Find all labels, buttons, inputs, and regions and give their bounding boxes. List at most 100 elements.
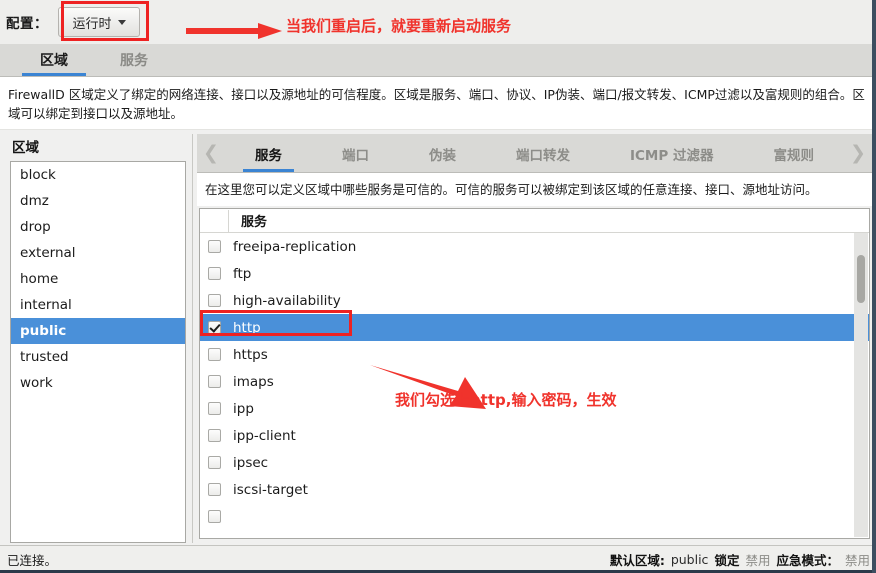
zone-column: 区域 block dmz drop external home internal… — [4, 134, 186, 543]
zone-list-title: 区域 — [12, 140, 39, 156]
inner-tab-list: 服务 端口 伪装 端口转发 ICMP 过滤器 富规则 — [225, 134, 844, 172]
connection-status: 已连接。 — [7, 553, 58, 568]
default-zone-value: public — [670, 552, 709, 567]
annotation-text-restart: 当我们重启后，就要重新启动服务 — [286, 17, 512, 35]
inner-tab-bar: ❮ 服务 端口 伪装 端口转发 ICMP 过滤器 富规则 ❯ — [197, 134, 872, 173]
lockdown-label: 锁定 — [714, 553, 740, 568]
config-bar: 配置： 运行时 当我们重启后，就要重新启动服务 — [0, 0, 876, 44]
service-row-https[interactable]: https — [200, 341, 869, 368]
configuration-dropdown[interactable]: 运行时 — [58, 7, 140, 37]
service-row-high-availability[interactable]: high-availability — [200, 287, 869, 314]
outer-tab-bar: 区域 服务 — [0, 44, 876, 77]
service-name: https — [233, 346, 268, 363]
service-checkbox[interactable] — [208, 321, 221, 334]
tab-zones-label: 区域 — [40, 53, 68, 69]
service-checkbox[interactable] — [208, 402, 221, 415]
service-row-iscsi-target[interactable]: iscsi-target — [200, 476, 869, 503]
inner-tab-port-forwarding[interactable]: 端口转发 — [508, 144, 578, 172]
window-right-edge — [872, 0, 876, 573]
zone-item-block[interactable]: block — [11, 162, 185, 188]
service-name: ipsec — [233, 454, 269, 471]
zone-item-label: work — [20, 375, 53, 391]
tab-zones[interactable]: 区域 — [14, 50, 94, 76]
zone-list[interactable]: block dmz drop external home internal pu… — [10, 161, 186, 543]
chevron-right-icon[interactable]: ❯ — [844, 134, 872, 172]
zone-item-trusted[interactable]: trusted — [11, 344, 185, 370]
inner-tab-rich-rules[interactable]: 富规则 — [765, 144, 822, 172]
service-checkbox[interactable] — [208, 456, 221, 469]
zone-item-label: block — [20, 167, 56, 183]
inner-tab-label: 服务 — [255, 148, 282, 164]
service-checkbox[interactable] — [208, 348, 221, 361]
service-checkbox[interactable] — [208, 267, 221, 280]
service-name: imaps — [233, 373, 274, 390]
service-name: high-availability — [233, 292, 341, 309]
zone-item-public[interactable]: public — [11, 318, 185, 344]
zone-item-drop[interactable]: drop — [11, 214, 185, 240]
service-row-partial[interactable] — [200, 503, 869, 530]
service-checkbox[interactable] — [208, 483, 221, 496]
zone-item-external[interactable]: external — [11, 240, 185, 266]
service-list-scrollbar-thumb[interactable] — [857, 255, 865, 303]
zone-description: FirewallD 区域定义了绑定的网络连接、接口以及源地址的可信程度。区域是服… — [0, 77, 876, 130]
zone-item-label: public — [20, 323, 67, 339]
inner-tab-label: 伪装 — [429, 148, 456, 164]
service-name: ftp — [233, 265, 252, 282]
services-panel-description: 在这里您可以定义区域中哪些服务是可信的。可信的服务可以被绑定到该区域的任意连接、… — [197, 173, 872, 206]
panic-mode-value: 禁用 — [844, 553, 870, 568]
service-checkbox[interactable] — [208, 240, 221, 253]
panic-mode-label: 应急模式： — [776, 553, 839, 568]
service-row-ipsec[interactable]: ipsec — [200, 449, 869, 476]
zone-item-internal[interactable]: internal — [11, 292, 185, 318]
service-name: freeipa-replication — [233, 238, 357, 255]
chevron-left-icon[interactable]: ❮ — [197, 134, 225, 172]
inner-tab-masquerade[interactable]: 伪装 — [421, 144, 464, 172]
inner-tab-icmp-filter[interactable]: ICMP 过滤器 — [622, 144, 721, 172]
zone-item-dmz[interactable]: dmz — [11, 188, 185, 214]
service-name: ipp — [233, 400, 254, 417]
service-row-ipp-client[interactable]: ipp-client — [200, 422, 869, 449]
zone-item-label: trusted — [20, 349, 69, 365]
status-bar: 已连接。 默认区域: public 锁定 禁用 应急模式： 禁用 — [0, 545, 876, 573]
tab-services-label: 服务 — [120, 53, 148, 69]
zone-detail-panel: ❮ 服务 端口 伪装 端口转发 ICMP 过滤器 富规则 ❯ 在这里您可以定义区… — [192, 134, 872, 543]
zone-item-home[interactable]: home — [11, 266, 185, 292]
service-checkbox[interactable] — [208, 510, 221, 523]
zone-item-label: home — [20, 271, 59, 287]
zone-item-label: drop — [20, 219, 51, 235]
service-row-freeipa-replication[interactable]: freeipa-replication — [200, 233, 869, 260]
service-row-http[interactable]: http — [200, 314, 869, 341]
firewall-config-window: 配置： 运行时 当我们重启后，就要重新启动服务 区域 服务 FirewallD … — [0, 0, 876, 573]
service-list-scrollbar[interactable] — [854, 233, 868, 537]
zone-item-work[interactable]: work — [11, 370, 185, 396]
service-rows: freeipa-replication ftp high-availabilit… — [200, 233, 869, 538]
zone-item-label: dmz — [20, 193, 49, 209]
config-label: 配置： — [6, 16, 48, 32]
header-checkbox-column — [200, 209, 229, 232]
zone-item-label: external — [20, 245, 76, 261]
lockdown-value: 禁用 — [745, 553, 771, 568]
annotation-text-http: 我们勾选上http,输入密码，生效 — [395, 391, 617, 409]
service-name: ipp-client — [233, 427, 296, 444]
service-checkbox[interactable] — [208, 429, 221, 442]
service-name: iscsi-target — [233, 481, 308, 498]
inner-tab-label: 端口 — [342, 148, 369, 164]
inner-tab-ports[interactable]: 端口 — [334, 144, 377, 172]
zone-item-label: internal — [20, 297, 72, 313]
inner-tab-label: 端口转发 — [516, 148, 570, 164]
service-row-ftp[interactable]: ftp — [200, 260, 869, 287]
tab-services[interactable]: 服务 — [94, 50, 174, 76]
default-zone-label: 默认区域: — [609, 553, 665, 568]
chevron-down-icon — [117, 19, 126, 25]
service-list-header: 服务 — [200, 209, 869, 233]
service-name: http — [233, 319, 261, 336]
status-bar-right: 默认区域: public 锁定 禁用 应急模式： 禁用 — [610, 550, 870, 569]
configuration-dropdown-value: 运行时 — [72, 16, 112, 32]
service-checkbox[interactable] — [208, 375, 221, 388]
inner-tab-label: 富规则 — [773, 148, 814, 164]
service-column-header: 服务 — [241, 215, 268, 230]
service-checkbox[interactable] — [208, 294, 221, 307]
service-list-container: 服务 freeipa-replication ftp high-availabi… — [199, 208, 870, 539]
inner-tab-label: ICMP 过滤器 — [630, 148, 714, 164]
inner-tab-services[interactable]: 服务 — [243, 144, 294, 172]
